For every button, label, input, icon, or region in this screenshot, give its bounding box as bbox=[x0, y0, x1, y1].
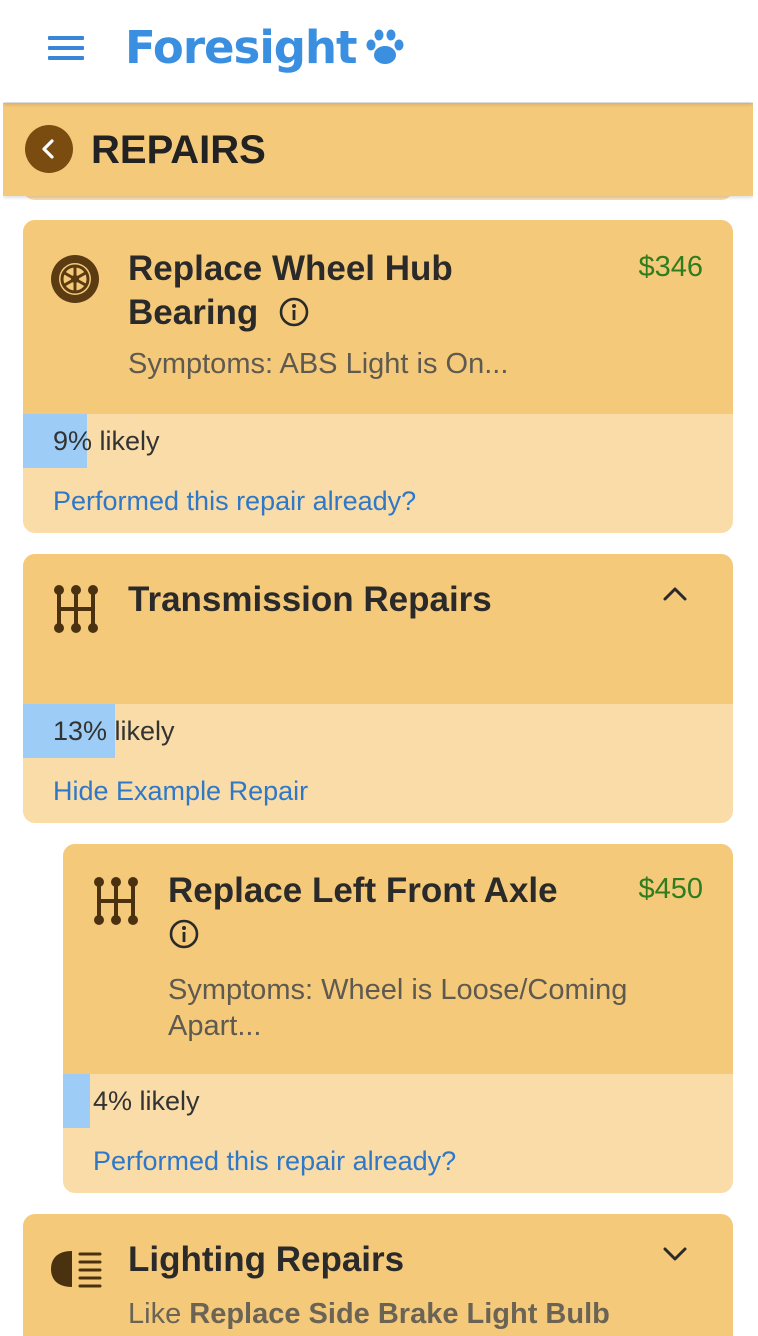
gear-shift-icon bbox=[94, 877, 138, 925]
repairs-list[interactable]: Replace Wheel Hub Bearing $346 Symptoms:… bbox=[3, 196, 753, 1336]
hide-example-link[interactable]: Hide Example Repair bbox=[53, 774, 308, 808]
page-header: REPAIRS bbox=[3, 103, 753, 196]
top-bar: Foresight bbox=[3, 0, 753, 102]
logo[interactable]: Foresight bbox=[125, 20, 405, 80]
performed-repair-link[interactable]: Performed this repair already? bbox=[93, 1144, 456, 1178]
chevron-left-icon bbox=[42, 139, 54, 159]
repair-symptoms: Symptoms: Wheel is Loose/Coming Apart... bbox=[168, 974, 628, 1042]
paw-icon bbox=[366, 29, 404, 64]
headlight-icon bbox=[51, 1251, 102, 1288]
chevron-down-icon[interactable] bbox=[661, 1244, 689, 1264]
example-repair-card[interactable]: Replace Left Front Axle $450 Symptoms: W… bbox=[63, 844, 733, 1193]
repair-category-header bbox=[23, 554, 733, 704]
wheel-icon bbox=[51, 255, 99, 303]
likelihood-text: 9% likely bbox=[53, 426, 160, 456]
repair-card[interactable]: Replace Wheel Hub Bearing $346 Symptoms:… bbox=[23, 220, 733, 533]
page-title: REPAIRS bbox=[91, 128, 266, 172]
likelihood-text: 13% likely bbox=[53, 716, 175, 746]
repair-category-card[interactable]: Lighting Repairs Like Replace Side Brake… bbox=[23, 1214, 733, 1336]
repair-category-card[interactable]: Transmission Repairs 13% likely Hide Exa… bbox=[23, 554, 733, 823]
likelihood-bar bbox=[63, 1074, 90, 1128]
app-frame: Foresight REPAIRS Replace Wheel Hub Bear… bbox=[3, 0, 753, 1336]
previous-card-edge bbox=[23, 196, 733, 200]
repair-title: Replace Wheel Hub Bearing bbox=[128, 249, 453, 332]
repair-symptoms: Symptoms: ABS Light is On... bbox=[128, 348, 509, 380]
repair-price: $346 bbox=[638, 251, 703, 283]
gear-shift-icon bbox=[54, 585, 98, 633]
info-icon[interactable] bbox=[278, 296, 310, 328]
info-icon[interactable] bbox=[168, 918, 200, 950]
chevron-up-icon[interactable] bbox=[661, 584, 689, 604]
logo-text: Foresight bbox=[125, 21, 358, 74]
performed-repair-link[interactable]: Performed this repair already? bbox=[53, 484, 416, 518]
menu-icon[interactable] bbox=[48, 34, 86, 62]
likelihood-text: 4% likely bbox=[93, 1086, 200, 1116]
category-title: Transmission Repairs bbox=[128, 580, 492, 619]
example-repair-hint: Like Replace Side Brake Light Bulb bbox=[128, 1298, 610, 1330]
repair-title: Replace Left Front Axle bbox=[168, 869, 558, 957]
back-button[interactable] bbox=[25, 125, 73, 173]
category-title: Lighting Repairs bbox=[128, 1240, 405, 1279]
repair-price: $450 bbox=[638, 873, 703, 905]
